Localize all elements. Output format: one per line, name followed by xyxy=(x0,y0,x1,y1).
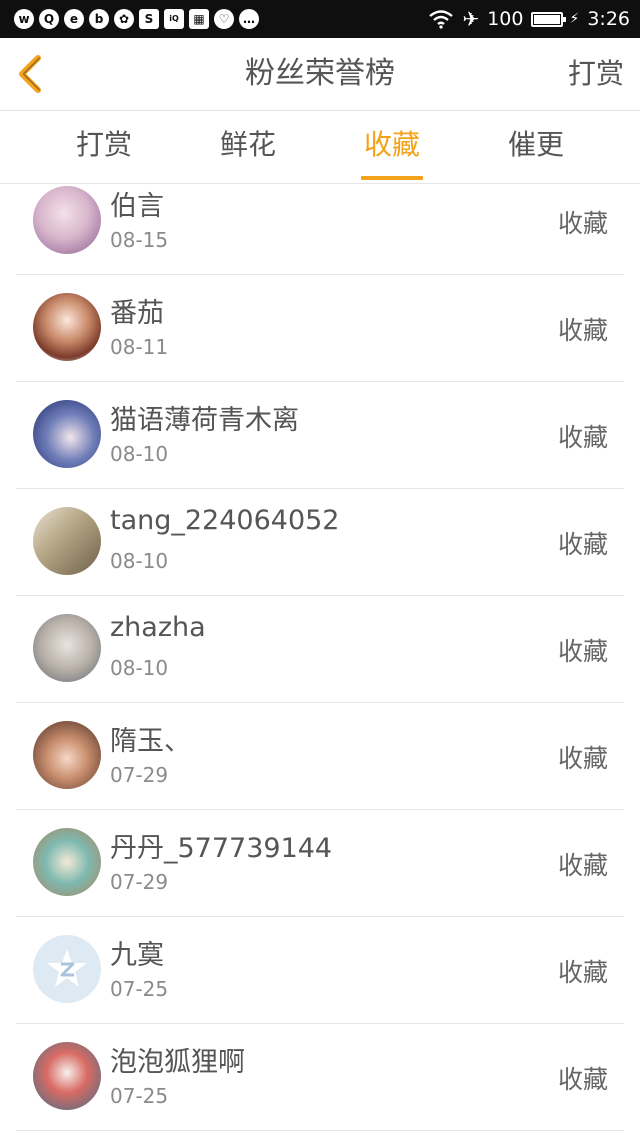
active-tab-indicator xyxy=(361,176,423,180)
weibo-icon: w xyxy=(14,9,34,29)
avatar xyxy=(33,1042,101,1110)
avatar xyxy=(33,507,101,575)
fan-date: 07-25 xyxy=(110,1084,169,1108)
wifi-icon xyxy=(429,10,454,29)
airplane-mode-icon: ✈ xyxy=(462,7,480,31)
fan-date: 08-15 xyxy=(110,228,169,252)
iqiyi-icon: iQ xyxy=(164,9,184,29)
fan-name: zhazha xyxy=(110,612,206,643)
heart-icon: ♡ xyxy=(214,9,234,29)
baidu-icon: b xyxy=(89,9,109,29)
tab-label: 收藏 xyxy=(363,128,420,161)
tab-label: 打赏 xyxy=(75,128,132,161)
fan-date: 08-10 xyxy=(110,656,169,680)
tab-favorites[interactable]: 收藏 xyxy=(337,111,447,183)
fan-action: 收藏 xyxy=(557,209,608,238)
paw-icon: ✿ xyxy=(114,9,134,29)
list-item[interactable]: 隋玉、 07-29 收藏 xyxy=(0,703,640,810)
fan-list: 伯言 08-15 收藏 番茄 08-11 收藏 猫语薄荷青木离 08-10 收藏… xyxy=(0,184,640,1138)
tab-urge-update[interactable]: 催更 xyxy=(481,111,591,183)
charging-icon: ⚡ xyxy=(569,11,580,27)
avatar xyxy=(33,186,101,254)
fan-name: 隋玉、 xyxy=(110,726,191,757)
list-item[interactable]: zhazha 08-10 收藏 xyxy=(0,596,640,703)
avatar xyxy=(33,935,101,1003)
app-header: 粉丝荣誉榜 打赏 xyxy=(0,38,640,111)
clock: 3:26 xyxy=(587,8,630,30)
fan-name: 九寞 xyxy=(110,940,164,971)
tab-bar: 打赏 鲜花 收藏 催更 xyxy=(0,111,640,184)
fan-action: 收藏 xyxy=(557,1065,608,1094)
divider xyxy=(16,1130,624,1131)
qq-icon: Q xyxy=(39,9,59,29)
tip-button[interactable]: 打赏 xyxy=(568,38,624,110)
list-item[interactable]: 伯言 08-15 收藏 xyxy=(0,184,640,275)
fan-action: 收藏 xyxy=(557,744,608,773)
fan-date: 07-29 xyxy=(110,763,169,787)
avatar xyxy=(33,293,101,361)
fan-action: 收藏 xyxy=(557,958,608,987)
app-icon: e xyxy=(64,9,84,29)
page-title: 粉丝荣誉榜 xyxy=(245,56,395,91)
fan-name: 伯言 xyxy=(110,191,164,222)
default-avatar-icon xyxy=(47,949,87,987)
notification-icons: w Q e b ✿ S iQ ▦ ♡ … xyxy=(14,8,259,30)
avatar xyxy=(33,828,101,896)
list-item[interactable]: 丹丹_577739144 07-29 收藏 xyxy=(0,810,640,917)
fan-name: tang_224064052 xyxy=(110,505,340,536)
list-item[interactable]: 泡泡狐狸啊 07-25 收藏 xyxy=(0,1024,640,1131)
tab-flowers[interactable]: 鲜花 xyxy=(193,111,303,183)
fan-name: 丹丹_577739144 xyxy=(110,833,333,864)
tab-label: 催更 xyxy=(507,128,564,161)
fan-date: 07-29 xyxy=(110,870,169,894)
list-item[interactable]: 猫语薄荷青木离 08-10 收藏 xyxy=(0,382,640,489)
tab-tip[interactable]: 打赏 xyxy=(49,111,159,183)
battery-icon xyxy=(531,11,567,27)
avatar xyxy=(33,721,101,789)
chat-icon: … xyxy=(239,9,259,29)
fan-name: 泡泡狐狸啊 xyxy=(110,1047,245,1078)
fan-action: 收藏 xyxy=(557,530,608,559)
fan-date: 07-25 xyxy=(110,977,169,1001)
list-item[interactable]: 九寞 07-25 收藏 xyxy=(0,917,640,1024)
fan-action: 收藏 xyxy=(557,637,608,666)
avatar xyxy=(33,400,101,468)
status-indicators: ✈ 100 ⚡ 3:26 xyxy=(428,0,630,38)
status-bar: w Q e b ✿ S iQ ▦ ♡ … ✈ 100 ⚡ 3:26 xyxy=(0,0,640,38)
list-item[interactable]: 番茄 08-11 收藏 xyxy=(0,275,640,382)
grid-icon: ▦ xyxy=(189,9,209,29)
avatar xyxy=(33,614,101,682)
s-icon: S xyxy=(139,9,159,29)
battery-percent: 100 xyxy=(487,8,524,30)
tab-label: 鲜花 xyxy=(219,128,276,161)
fan-name: 番茄 xyxy=(110,298,164,329)
fan-date: 08-10 xyxy=(110,549,169,573)
fan-action: 收藏 xyxy=(557,316,608,345)
fan-date: 08-10 xyxy=(110,442,169,466)
list-item[interactable]: tang_224064052 08-10 收藏 xyxy=(0,489,640,596)
fan-action: 收藏 xyxy=(557,423,608,452)
fan-name: 猫语薄荷青木离 xyxy=(110,405,299,436)
fan-date: 08-11 xyxy=(110,335,169,359)
fan-action: 收藏 xyxy=(557,851,608,880)
